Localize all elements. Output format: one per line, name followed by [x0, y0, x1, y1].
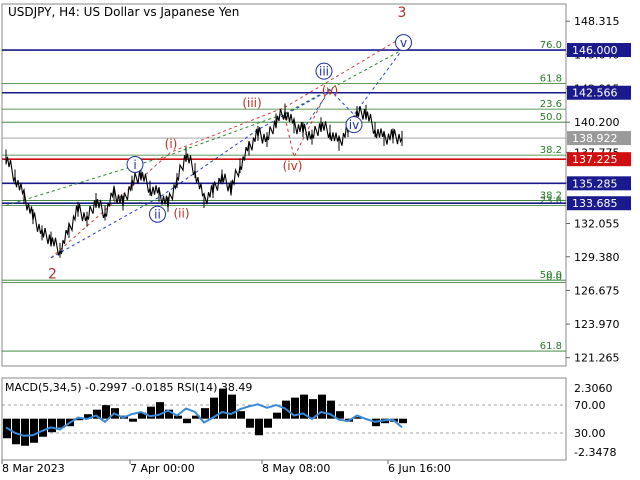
level-badge-label: 146.000	[572, 44, 618, 57]
wave-label: i	[133, 158, 136, 172]
wave-label: iii	[319, 65, 329, 79]
timeframe-label: H4	[59, 5, 76, 19]
macd-bar	[48, 418, 56, 433]
indicator-tick-label: 70.00	[574, 399, 606, 412]
price-tick-label: 148.315	[574, 15, 620, 28]
wave-label: (iv)	[283, 159, 303, 173]
macd-bar	[273, 412, 281, 419]
macd-bar	[237, 411, 245, 419]
fib-label: 23.6	[540, 196, 562, 207]
price-tick-label: 140.200	[574, 116, 620, 129]
macd-bar	[228, 394, 236, 419]
wave-label: (ii)	[173, 206, 189, 220]
level-badge-label: 133.685	[572, 197, 618, 210]
level-badge-label: 137.225	[572, 153, 618, 166]
macd-bar	[183, 418, 191, 424]
time-tick-label: 7 Apr 00:00	[130, 462, 195, 475]
chart-canvas[interactable]: 76.061.823.650.038.238.223.650.00.061.8 …	[0, 0, 640, 480]
fib-label: 38.2	[540, 145, 562, 156]
symbol-label: USDJPY	[8, 5, 52, 19]
wave-label: ii	[154, 208, 161, 222]
wave-label: 3	[398, 5, 407, 21]
indicator-label: MACD(5,34,5) -0.2997 -0.0185 RSI(14) 38.…	[5, 381, 252, 394]
macd-bar	[318, 394, 326, 419]
level-badge-label: 138.922	[572, 132, 618, 145]
fib-label: 61.8	[540, 341, 562, 352]
macd-bar	[201, 408, 209, 419]
price-tick-label: 132.055	[574, 218, 620, 231]
fib-label: 0.0	[546, 273, 562, 284]
fib-label: 50.0	[540, 112, 562, 123]
indicator-tick-label: 2.3060	[574, 382, 613, 395]
time-tick-label: 8 May 08:00	[262, 462, 330, 475]
price-tick-label: 123.970	[574, 318, 620, 331]
indicator-tick-label: 30.00	[574, 427, 606, 440]
wave-label: (i)	[165, 137, 178, 151]
macd-bar	[156, 402, 164, 419]
wave-label: iv	[349, 118, 359, 132]
wave-label: v	[400, 36, 407, 50]
price-tick-label: 126.675	[574, 284, 620, 297]
wave-label: (v)	[322, 83, 338, 97]
macd-bar	[102, 405, 110, 419]
wave-label: 2	[48, 266, 57, 282]
macd-bar	[264, 418, 272, 428]
macd-bar	[174, 415, 182, 419]
time-tick-label: 8 Mar 2023	[2, 462, 65, 475]
indicator-tick-label: -2.3478	[574, 446, 616, 459]
level-badge-label: 142.566	[572, 87, 618, 100]
level-badge-label: 135.285	[572, 177, 618, 190]
macd-bar	[255, 418, 263, 436]
price-tick-label: 121.265	[574, 352, 620, 365]
fib-label: 23.6	[540, 99, 562, 110]
chart-title: USDJPY, H4: US Dollar vs Japanese Yen	[8, 5, 239, 19]
macd-bar	[129, 418, 137, 422]
macd-bar	[399, 418, 407, 424]
fib-label: 61.8	[540, 74, 562, 85]
macd-bar	[39, 418, 47, 437]
wave-label: (iii)	[242, 96, 261, 110]
macd-bar	[21, 418, 29, 446]
price-tick-label: 129.380	[574, 251, 620, 264]
macd-bar	[30, 418, 38, 443]
time-tick-label: 6 Jun 16:00	[388, 462, 451, 475]
instrument-description: US Dollar vs Japanese Yen	[84, 5, 240, 19]
macd-bar	[246, 418, 254, 428]
